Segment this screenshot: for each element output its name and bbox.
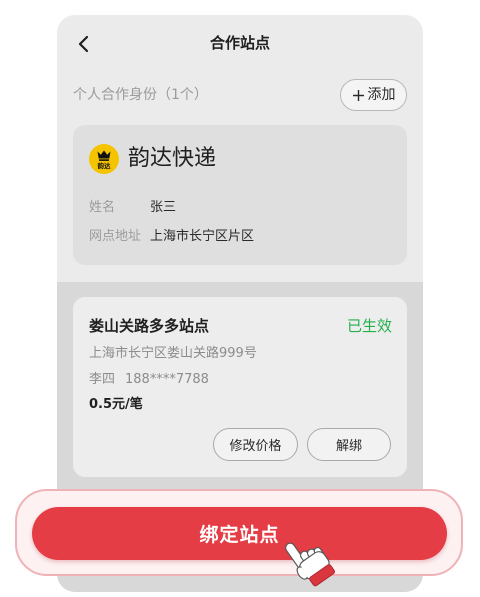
page-title: 合作站点 xyxy=(209,34,270,52)
name-value: 张三 xyxy=(150,200,177,215)
edit-price-button[interactable]: 修改价格 xyxy=(213,428,298,461)
logo-text: 韵达 xyxy=(98,161,112,170)
plus-icon xyxy=(352,89,364,101)
address-value: 上海市长宁区片区 xyxy=(150,229,255,244)
station-contact: 李四 188****7788 xyxy=(89,371,209,389)
unbind-button[interactable]: 解绑 xyxy=(307,428,391,461)
address-label: 网点地址 xyxy=(89,229,142,244)
contact-name: 李四 xyxy=(89,372,116,387)
courier-company-name: 韵达快递 xyxy=(128,146,217,171)
courier-card[interactable]: 韵达 韵达快递 姓名 张三 网点地址 上海市长宁区片区 xyxy=(73,125,407,265)
add-button[interactable]: 添加 xyxy=(340,79,407,111)
name-label: 姓名 xyxy=(89,200,116,215)
station-price: 0.5元/笔 xyxy=(89,397,143,412)
screen: 合作站点 个人合作身份（1个） 添加 韵达 韵达快递 姓名 张三 网点地址 上海… xyxy=(0,0,480,597)
bind-station-button[interactable]: 绑定站点 xyxy=(32,507,447,560)
identity-section-label: 个人合作身份（1个） xyxy=(73,87,208,103)
station-name: 娄山关路多多站点 xyxy=(89,317,210,335)
station-card[interactable]: 娄山关路多多站点 已生效 上海市长宁区娄山关路999号 李四 188****77… xyxy=(73,297,407,477)
hand-pointer-icon xyxy=(285,542,335,587)
yunda-logo-icon: 韵达 xyxy=(89,144,119,174)
add-button-label: 添加 xyxy=(367,87,396,103)
contact-phone: 188****7788 xyxy=(125,372,209,387)
status-badge: 已生效 xyxy=(346,317,392,335)
station-address: 上海市长宁区娄山关路999号 xyxy=(89,346,257,361)
